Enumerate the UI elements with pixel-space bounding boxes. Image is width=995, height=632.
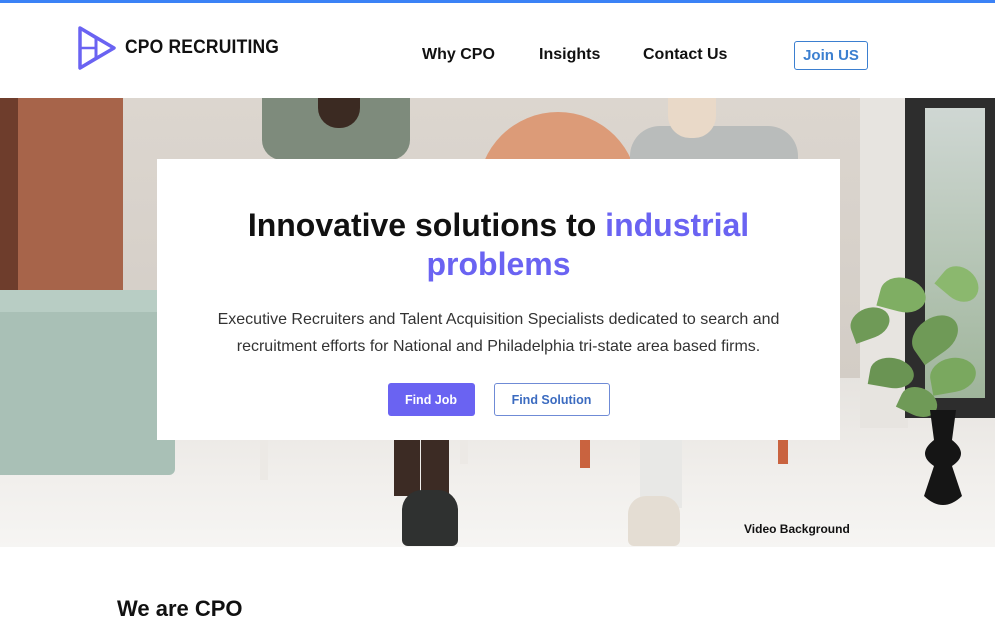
nav-contact-us[interactable]: Contact Us xyxy=(643,46,727,64)
bg-chair-leg xyxy=(260,438,268,480)
bg-ottoman-top xyxy=(0,290,170,312)
bg-leg xyxy=(394,438,420,496)
hero-title: Innovative solutions to industrial probl… xyxy=(157,206,840,284)
bg-person-right-head xyxy=(668,98,716,138)
brand-logo[interactable]: CPO RECRUITING xyxy=(76,25,292,71)
hero-card: Innovative solutions to industrial probl… xyxy=(157,159,840,440)
bg-ottoman xyxy=(0,290,175,475)
brand-name: CPO RECRUITING xyxy=(125,37,280,58)
bg-shoe-left xyxy=(402,490,458,546)
bg-vase xyxy=(924,410,962,505)
bg-chair-leg xyxy=(778,438,788,464)
bg-chair-leg xyxy=(460,438,468,464)
bg-person-right xyxy=(630,126,798,162)
join-us-button[interactable]: Join US xyxy=(794,41,868,70)
bg-plant xyxy=(840,248,990,428)
nav-why-cpo[interactable]: Why CPO xyxy=(422,46,495,64)
play-cube-logo-icon xyxy=(78,26,116,70)
find-job-button[interactable]: Find Job xyxy=(387,383,475,416)
site-header: CPO RECRUITING Why CPO Insights Contact … xyxy=(8,3,995,98)
bg-chair-leg xyxy=(580,438,590,468)
hero-description: Executive Recruiters and Talent Acquisit… xyxy=(217,311,780,355)
nav-insights[interactable]: Insights xyxy=(539,46,600,64)
bg-brown-panel xyxy=(0,98,123,293)
find-solution-button[interactable]: Find Solution xyxy=(493,383,610,416)
hero-title-main: Innovative solutions to xyxy=(247,207,606,243)
about-section-title: We are CPO xyxy=(117,596,243,621)
hero-button-row: Find Job Find Solution xyxy=(157,383,840,416)
video-background-label: Video Background xyxy=(744,522,850,536)
bg-shoe-right xyxy=(628,496,680,546)
